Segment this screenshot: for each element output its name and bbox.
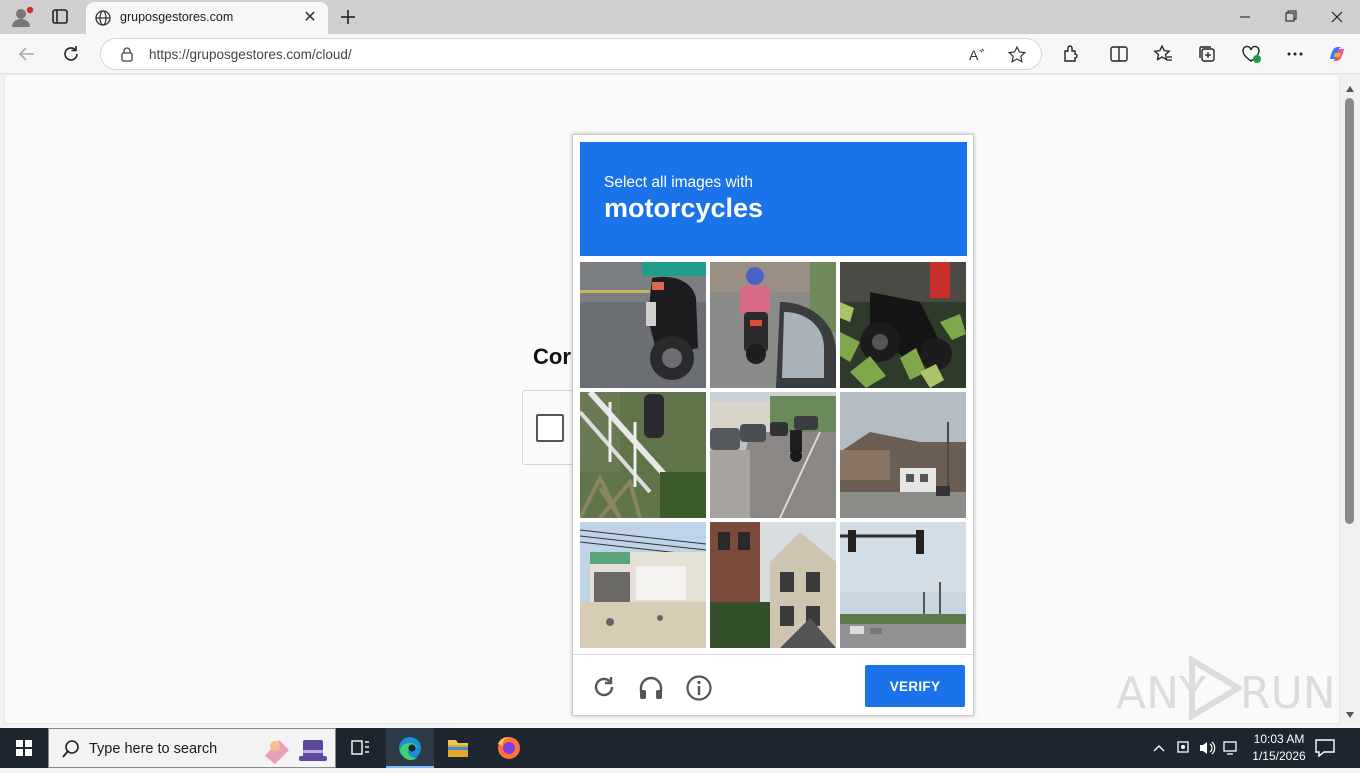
captcha-challenge-dialog: Select all images with motorcycles VERIF… bbox=[572, 134, 974, 716]
favorite-star-icon[interactable] bbox=[1007, 45, 1027, 65]
clock-time[interactable]: 10:03 AM bbox=[1250, 732, 1308, 746]
captcha-instruction: Select all images with bbox=[604, 174, 754, 191]
play-logo-icon bbox=[1184, 654, 1244, 722]
captcha-tile-1[interactable] bbox=[580, 262, 706, 388]
captcha-tile-3[interactable] bbox=[840, 262, 966, 388]
collections-icon[interactable] bbox=[1196, 43, 1218, 65]
refresh-challenge-icon[interactable] bbox=[591, 674, 617, 700]
tab-close-icon[interactable]: ✕ bbox=[300, 8, 320, 28]
scroll-up-arrow-icon[interactable] bbox=[1345, 80, 1355, 92]
captcha-tile-7[interactable] bbox=[580, 522, 706, 648]
info-icon[interactable] bbox=[685, 674, 713, 702]
firefox-icon[interactable] bbox=[484, 728, 532, 768]
active-tab[interactable]: gruposgestores.com ✕ bbox=[86, 2, 328, 34]
lock-icon[interactable] bbox=[119, 46, 135, 62]
tab-title: gruposgestores.com bbox=[120, 10, 234, 24]
title-bar: gruposgestores.com ✕ bbox=[0, 0, 1360, 34]
tab-actions-icon[interactable] bbox=[50, 8, 70, 26]
scroll-down-arrow-icon[interactable] bbox=[1345, 706, 1355, 718]
copilot-icon[interactable] bbox=[1326, 43, 1348, 65]
back-arrow-icon[interactable] bbox=[16, 43, 38, 65]
clock-date[interactable]: 1/15/2026 bbox=[1248, 749, 1310, 763]
search-icon bbox=[61, 739, 81, 759]
reload-icon[interactable] bbox=[60, 43, 82, 65]
svg-text:A: A bbox=[969, 47, 979, 63]
vertical-scrollbar[interactable] bbox=[1340, 74, 1360, 724]
captcha-tile-2[interactable] bbox=[710, 262, 836, 388]
captcha-tile-8[interactable] bbox=[710, 522, 836, 648]
captcha-footer-divider bbox=[573, 654, 973, 655]
profile-icon[interactable] bbox=[10, 6, 34, 28]
captcha-checkbox[interactable] bbox=[536, 414, 564, 442]
captcha-tile-9[interactable] bbox=[840, 522, 966, 648]
audio-challenge-icon[interactable] bbox=[637, 674, 665, 702]
browser-toolbar: https://gruposgestores.com/cloud/ A bbox=[0, 34, 1360, 74]
notification-center-icon[interactable] bbox=[1312, 736, 1338, 760]
read-aloud-icon[interactable]: A bbox=[967, 45, 987, 65]
favorites-icon[interactable] bbox=[1152, 43, 1174, 65]
windows-taskbar: Type here to search 10:03 AM 1/15/2026 bbox=[0, 728, 1360, 768]
captcha-tile-4[interactable] bbox=[580, 392, 706, 518]
file-explorer-icon[interactable] bbox=[434, 728, 482, 768]
verify-button[interactable]: VERIFY bbox=[865, 665, 965, 707]
taskbar-search-box[interactable]: Type here to search bbox=[48, 728, 336, 768]
task-view-icon[interactable] bbox=[336, 728, 384, 768]
anyrun-watermark: ANY RUN bbox=[1116, 654, 1336, 722]
search-placeholder: Type here to search bbox=[89, 741, 218, 757]
edge-browser-icon[interactable] bbox=[386, 728, 434, 768]
browser-essentials-icon[interactable] bbox=[1240, 43, 1262, 65]
system-tray bbox=[1148, 728, 1258, 768]
windows-start-icon[interactable] bbox=[0, 728, 48, 768]
captcha-target-word: motorcycles bbox=[604, 193, 764, 223]
page-heading: Cor bbox=[533, 344, 571, 369]
url-text[interactable]: https://gruposgestores.com/cloud/ bbox=[149, 47, 352, 62]
captcha-tile-6[interactable] bbox=[840, 392, 966, 518]
split-screen-icon[interactable] bbox=[1108, 43, 1130, 65]
captcha-tile-5[interactable] bbox=[710, 392, 836, 518]
new-tab-icon[interactable] bbox=[338, 7, 358, 27]
scrollbar-thumb[interactable] bbox=[1345, 98, 1354, 524]
search-highlight-illustration-icon bbox=[259, 732, 335, 766]
address-bar[interactable]: https://gruposgestores.com/cloud/ A bbox=[100, 38, 1042, 70]
captcha-instruction-header: Select all images with motorcycles bbox=[580, 142, 967, 256]
restore-button[interactable] bbox=[1268, 0, 1314, 34]
extensions-icon[interactable] bbox=[1060, 43, 1082, 65]
minimize-button[interactable] bbox=[1222, 0, 1268, 34]
globe-icon bbox=[94, 9, 112, 27]
close-window-button[interactable] bbox=[1314, 0, 1360, 34]
watermark-text-right: RUN bbox=[1240, 668, 1336, 719]
more-options-icon[interactable] bbox=[1284, 43, 1306, 65]
